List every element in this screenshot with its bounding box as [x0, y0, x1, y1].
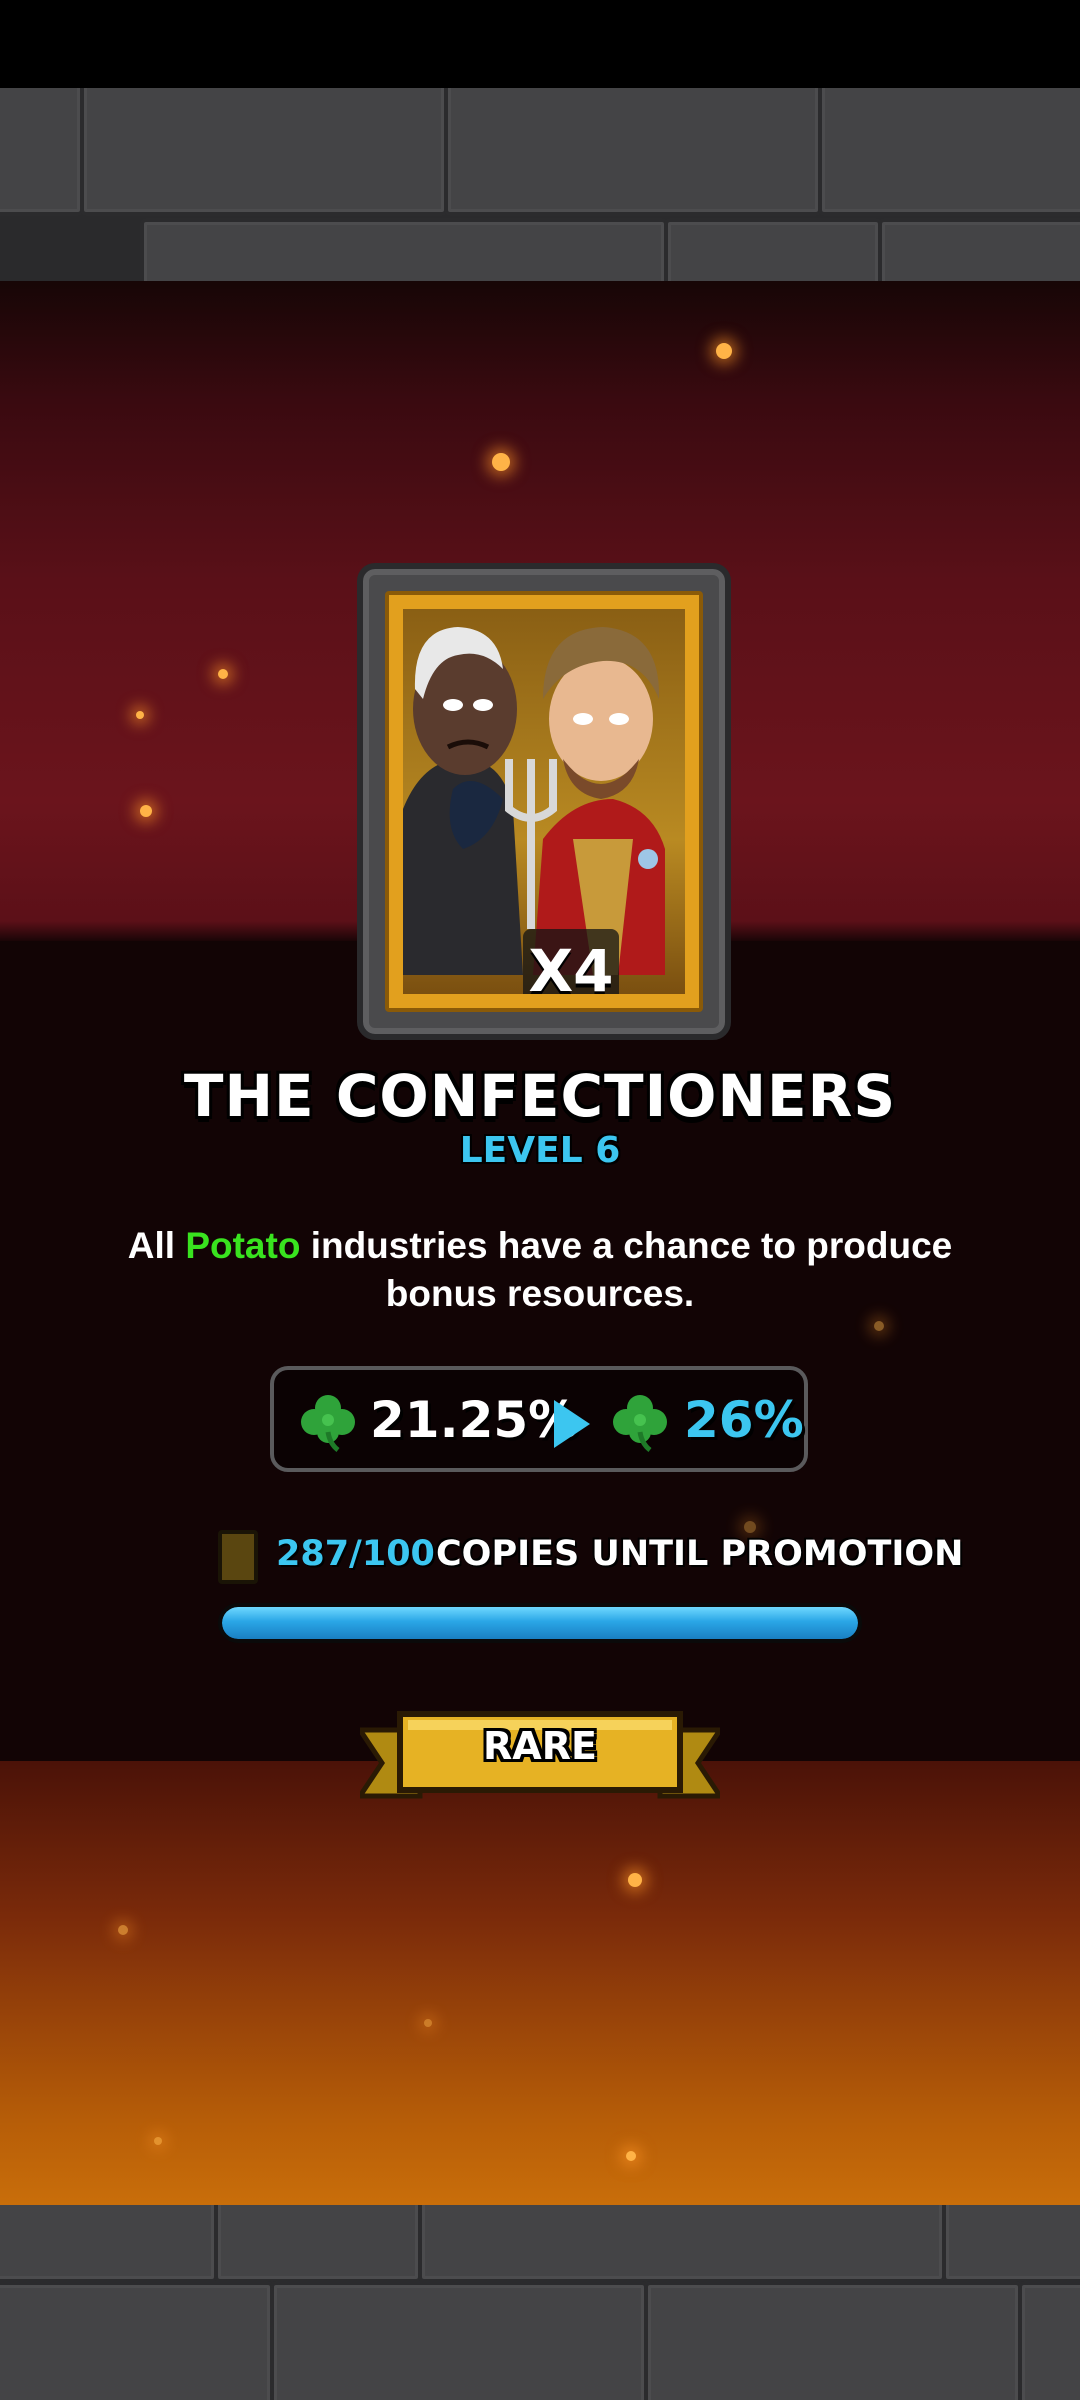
stone-wall-top	[0, 88, 1080, 281]
card-portrait: X4	[403, 609, 685, 994]
card-level: LEVEL 6	[459, 1130, 621, 1171]
promotion-progress-bar	[218, 1603, 862, 1643]
promotion-progress-fill	[222, 1607, 858, 1639]
status-bar	[0, 0, 1080, 88]
copies-label: COPIES UNTIL PROMOTION	[436, 1534, 964, 1574]
stat-next: 26%	[684, 1391, 804, 1449]
rarity-label: RARE	[483, 1724, 597, 1768]
stone-wall-bottom	[0, 2205, 1080, 2400]
card-description: All Potato industries have a chance to p…	[90, 1222, 990, 1318]
portrait-art	[403, 627, 665, 975]
copies-row: 287/100 COPIES UNTIL PROMOTION	[0, 1530, 1080, 1586]
arrow-right-icon	[554, 1400, 590, 1448]
copies-count: 287/100	[276, 1534, 435, 1574]
card-copy-icon	[218, 1530, 258, 1584]
clover-icon	[301, 1395, 355, 1452]
card-title: THE CONFECTIONERS	[183, 1062, 897, 1130]
clover-icon	[613, 1395, 667, 1452]
description-suffix: industries have a chance to produce bonu…	[300, 1225, 953, 1314]
industry-highlight: Potato	[185, 1225, 301, 1266]
description-prefix: All	[127, 1225, 186, 1266]
stat-current: 21.25%	[370, 1391, 579, 1449]
card-multiplier: X4	[523, 929, 619, 994]
card-frame[interactable]: X4	[357, 563, 731, 1040]
stat-comparison-box: 21.25% 26%	[270, 1366, 808, 1472]
